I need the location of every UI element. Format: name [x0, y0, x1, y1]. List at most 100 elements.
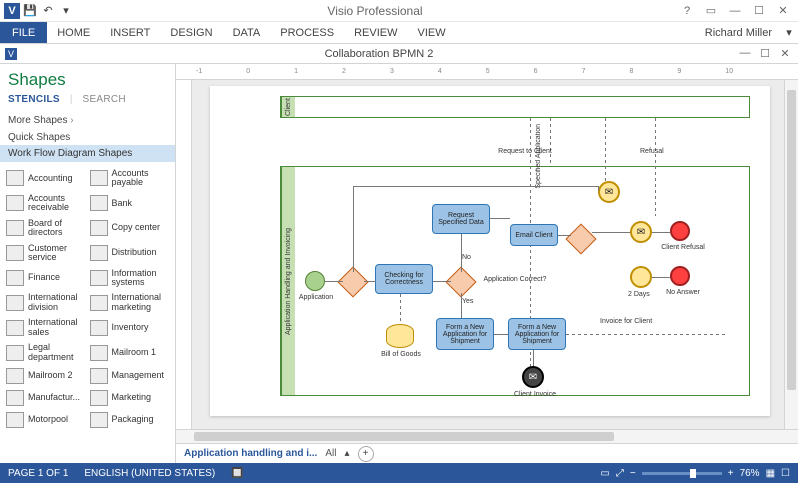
task-form-new-1[interactable]: Form a New Application for Shipment [436, 318, 494, 350]
help-icon[interactable]: ? [676, 2, 698, 20]
drawing-page[interactable]: Client Application Handling and Invoicin… [210, 86, 770, 416]
shape-icon [90, 195, 108, 211]
tab-view[interactable]: VIEW [407, 22, 455, 43]
shape-icon [6, 270, 24, 286]
vertical-scrollbar[interactable] [784, 80, 798, 429]
task-request-data[interactable]: Request Specified Data [432, 204, 490, 234]
shape-board-of-directors[interactable]: Board of directors [4, 216, 88, 241]
fit-window-icon[interactable]: ⤢ [616, 468, 624, 479]
label-no: No [462, 254, 471, 261]
shape-icon [90, 170, 108, 186]
task-form-new-2[interactable]: Form a New Application for Shipment [508, 318, 566, 350]
page-tab-all[interactable]: All [325, 448, 336, 459]
maximize-icon[interactable]: ☐ [748, 2, 770, 20]
status-page[interactable]: PAGE 1 OF 1 [0, 468, 76, 479]
shape-management[interactable]: Management [88, 365, 172, 387]
undo-icon[interactable]: ↶ [40, 3, 56, 19]
save-icon[interactable]: 💾 [22, 3, 38, 19]
vscroll-thumb[interactable] [787, 90, 796, 390]
quick-shapes-link[interactable]: Quick Shapes [0, 130, 175, 145]
zoom-level[interactable]: 76% [740, 468, 760, 479]
shapes-subtabs: STENCILS | SEARCH [0, 92, 175, 111]
shape-information-systems[interactable]: Information systems [88, 266, 172, 291]
ruler-horizontal: -1012345678910 [176, 64, 798, 80]
shape-marketing[interactable]: Marketing [88, 387, 172, 409]
end-no-answer[interactable] [670, 266, 690, 286]
presentation-mode-icon[interactable]: ▭ [600, 468, 609, 479]
qat-dropdown-icon[interactable]: ▾ [58, 3, 74, 19]
end-client-invoice[interactable]: ✉ [522, 366, 544, 388]
flow [494, 334, 508, 335]
doc-close-icon[interactable]: ✕ [776, 47, 794, 60]
shape-motorpool[interactable]: Motorpool [4, 409, 88, 431]
fullscreen-icon[interactable]: ☐ [781, 468, 790, 479]
doc-maximize-icon[interactable]: ☐ [756, 47, 774, 60]
active-stencil[interactable]: Work Flow Diagram Shapes [0, 145, 175, 162]
page-tab-dropdown-icon[interactable]: ▴ [344, 448, 349, 459]
drawing-canvas[interactable]: Client Application Handling and Invoicin… [192, 80, 798, 429]
task-email-client[interactable]: Email Client [510, 224, 558, 246]
flow-refusal [655, 118, 656, 216]
file-tab[interactable]: FILE [0, 22, 47, 43]
shape-legal-department[interactable]: Legal department [4, 340, 88, 365]
shape-bank[interactable]: Bank [88, 191, 172, 216]
label-client-refusal: Client Refusal [658, 244, 708, 251]
zoom-in-icon[interactable]: + [728, 468, 734, 479]
shape-copy-center[interactable]: Copy center [88, 216, 172, 241]
shape-distribution[interactable]: Distribution [88, 241, 172, 266]
shape-icon [90, 270, 108, 286]
label-2days: 2 Days [628, 291, 650, 298]
shape-accounts-payable[interactable]: Accounts payable [88, 166, 172, 191]
tab-data[interactable]: DATA [223, 22, 271, 43]
shape-international-sales[interactable]: International sales [4, 315, 88, 340]
shape-international-division[interactable]: International division [4, 290, 88, 315]
zoom-slider[interactable] [642, 472, 722, 475]
zoom-out-icon[interactable]: − [630, 468, 636, 479]
shape-packaging[interactable]: Packaging [88, 409, 172, 431]
add-page-button[interactable]: + [358, 446, 374, 462]
label-application: Application [296, 294, 336, 301]
user-name[interactable]: Richard Miller [697, 23, 780, 43]
more-shapes-link[interactable]: More Shapes [0, 111, 175, 130]
tab-insert[interactable]: INSERT [100, 22, 160, 43]
shape-icon [6, 345, 24, 361]
minimize-icon[interactable]: — [724, 2, 746, 20]
tab-process[interactable]: PROCESS [270, 22, 344, 43]
status-language[interactable]: ENGLISH (UNITED STATES) [76, 468, 223, 479]
event-msg-top[interactable]: ✉ [598, 181, 620, 203]
page-tab-1[interactable]: Application handling and i... [184, 448, 317, 459]
end-client-refusal[interactable] [670, 221, 690, 241]
doc-minimize-icon[interactable]: — [736, 47, 754, 60]
shape-mailroom-1[interactable]: Mailroom 1 [88, 340, 172, 365]
shape-accounting[interactable]: Accounting [4, 166, 88, 191]
zoom-thumb[interactable] [690, 469, 696, 478]
horizontal-scrollbar[interactable] [176, 429, 798, 443]
shape-icon [6, 245, 24, 261]
app-icon[interactable]: V [4, 3, 20, 19]
shape-international-marketing[interactable]: International marketing [88, 290, 172, 315]
shape-inventory[interactable]: Inventory [88, 315, 172, 340]
tab-design[interactable]: DESIGN [160, 22, 222, 43]
search-tab[interactable]: SEARCH [82, 94, 125, 105]
user-dropdown-icon[interactable]: ▾ [780, 26, 798, 39]
close-icon[interactable]: ✕ [772, 2, 794, 20]
shape-accounts-receivable[interactable]: Accounts receivable [4, 191, 88, 216]
hscroll-thumb[interactable] [194, 432, 614, 441]
shape-finance[interactable]: Finance [4, 266, 88, 291]
shape-icon [90, 320, 108, 336]
start-event[interactable] [305, 271, 325, 291]
event-timer-2days[interactable] [630, 266, 652, 288]
data-bill-of-goods[interactable] [386, 324, 414, 348]
event-msg-refusal[interactable]: ✉ [630, 221, 652, 243]
tab-review[interactable]: REVIEW [344, 22, 407, 43]
fit-page-icon[interactable]: ▦ [766, 468, 775, 479]
task-check-correctness[interactable]: Checking for Correctness [375, 264, 433, 294]
shape-manufacturing[interactable]: Manufactur... [4, 387, 88, 409]
ribbon-display-icon[interactable]: ▭ [700, 2, 722, 20]
stencils-tab[interactable]: STENCILS [8, 94, 60, 105]
shape-mailroom-2[interactable]: Mailroom 2 [4, 365, 88, 387]
title-bar: V 💾 ↶ ▾ Visio Professional ? ▭ — ☐ ✕ [0, 0, 798, 22]
tab-home[interactable]: HOME [47, 22, 100, 43]
pool-client[interactable]: Client [280, 96, 750, 118]
shape-customer-service[interactable]: Customer service [4, 241, 88, 266]
